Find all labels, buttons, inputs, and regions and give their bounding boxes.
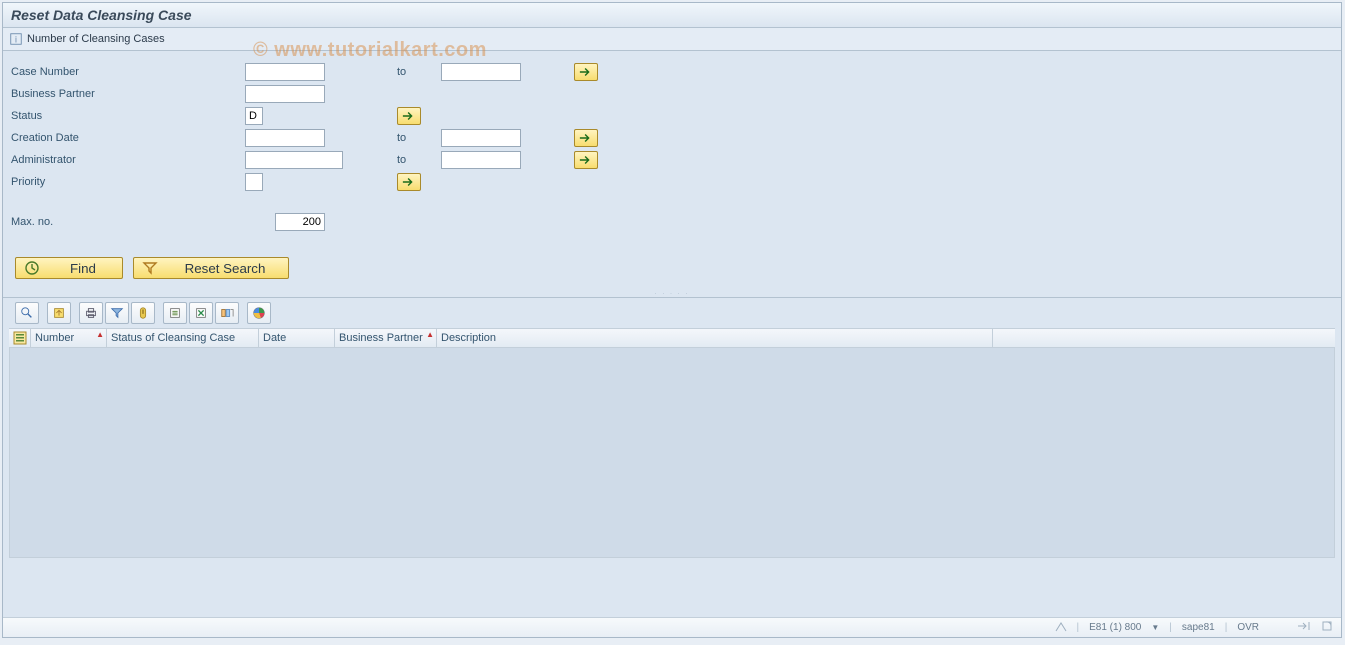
filter-btn[interactable] [105,302,129,324]
col-number-label: Number [35,332,74,344]
priority-multiple-btn[interactable] [397,173,421,191]
case-number-multiple-btn[interactable] [574,63,598,81]
alv-column-header: Number ▲ Status of Cleansing Case Date B… [9,328,1335,348]
export-btn[interactable] [163,302,187,324]
status-field[interactable] [245,107,263,125]
case-number-to[interactable] [441,63,521,81]
toolbar-cases-count-label: Number of Cleansing Cases [27,33,165,45]
excel-btn[interactable] [189,302,213,324]
graphics-btn[interactable] [247,302,271,324]
status-label: Status [9,110,241,122]
reset-search-label: Reset Search [170,261,280,276]
case-number-to-label: to [397,66,437,78]
sort-asc-btn[interactable] [47,302,71,324]
col-business-partner[interactable]: Business Partner ▲ [335,329,437,347]
status-multiple-btn[interactable] [397,107,421,125]
status-mode: OVR [1237,622,1259,633]
business-partner-field[interactable] [245,85,325,103]
administrator-label: Administrator [9,154,241,166]
alv-toolbar [3,297,1341,326]
reset-search-button[interactable]: Reset Search [133,257,289,279]
reset-filter-icon [142,260,158,276]
interaction-log-icon[interactable] [1321,620,1333,635]
status-bar: | E81 (1) 800 ▼ | sape81 | OVR [3,617,1341,637]
details-btn[interactable] [15,302,39,324]
priority-label: Priority [9,176,241,188]
priority-field[interactable] [245,173,263,191]
status-server: sape81 [1182,622,1215,633]
col-date[interactable]: Date [259,329,335,347]
col-desc-label: Description [441,332,496,344]
creation-date-label: Creation Date [9,132,241,144]
find-button[interactable]: Find [15,257,123,279]
app-toolbar: i Number of Cleansing Cases [3,28,1341,51]
administrator-multiple-btn[interactable] [574,151,598,169]
col-number[interactable]: Number ▲ [31,329,107,347]
col-description[interactable]: Description [437,329,993,347]
sort-indicator-icon: ▲ [96,330,104,339]
administrator-to-label: to [397,154,437,166]
case-number-from[interactable] [245,63,325,81]
col-bp-label: Business Partner [339,332,423,344]
info-icon[interactable]: i [9,32,23,46]
creation-date-to[interactable] [441,129,521,147]
case-number-label: Case Number [9,66,241,78]
clock-icon [24,260,40,276]
layout-btn[interactable] [215,302,239,324]
find-alv-btn[interactable] [131,302,155,324]
find-button-label: Find [52,261,114,276]
business-partner-label: Business Partner [9,88,241,100]
sort-indicator-icon: ▲ [426,330,434,339]
message-area-icon[interactable] [1055,620,1067,635]
administrator-from[interactable] [245,151,343,169]
status-system: E81 (1) 800 [1089,622,1141,633]
svg-text:i: i [15,35,17,45]
col-status[interactable]: Status of Cleansing Case [107,329,259,347]
col-date-label: Date [263,332,286,344]
max-no-label: Max. no. [9,216,271,228]
max-no-field[interactable] [275,213,325,231]
select-all-btn[interactable] [9,329,31,347]
creation-date-from[interactable] [245,129,325,147]
print-btn[interactable] [79,302,103,324]
page-title: Reset Data Cleansing Case [3,3,1341,28]
selection-form: Case Number to Business Partner Status [3,51,1341,291]
alv-grid-body [9,348,1335,558]
administrator-to[interactable] [441,151,521,169]
creation-date-to-label: to [397,132,437,144]
col-status-label: Status of Cleansing Case [111,332,235,344]
creation-date-multiple-btn[interactable] [574,129,598,147]
layout-direction-icon[interactable] [1297,621,1311,634]
dropdown-icon[interactable]: ▼ [1151,623,1159,632]
